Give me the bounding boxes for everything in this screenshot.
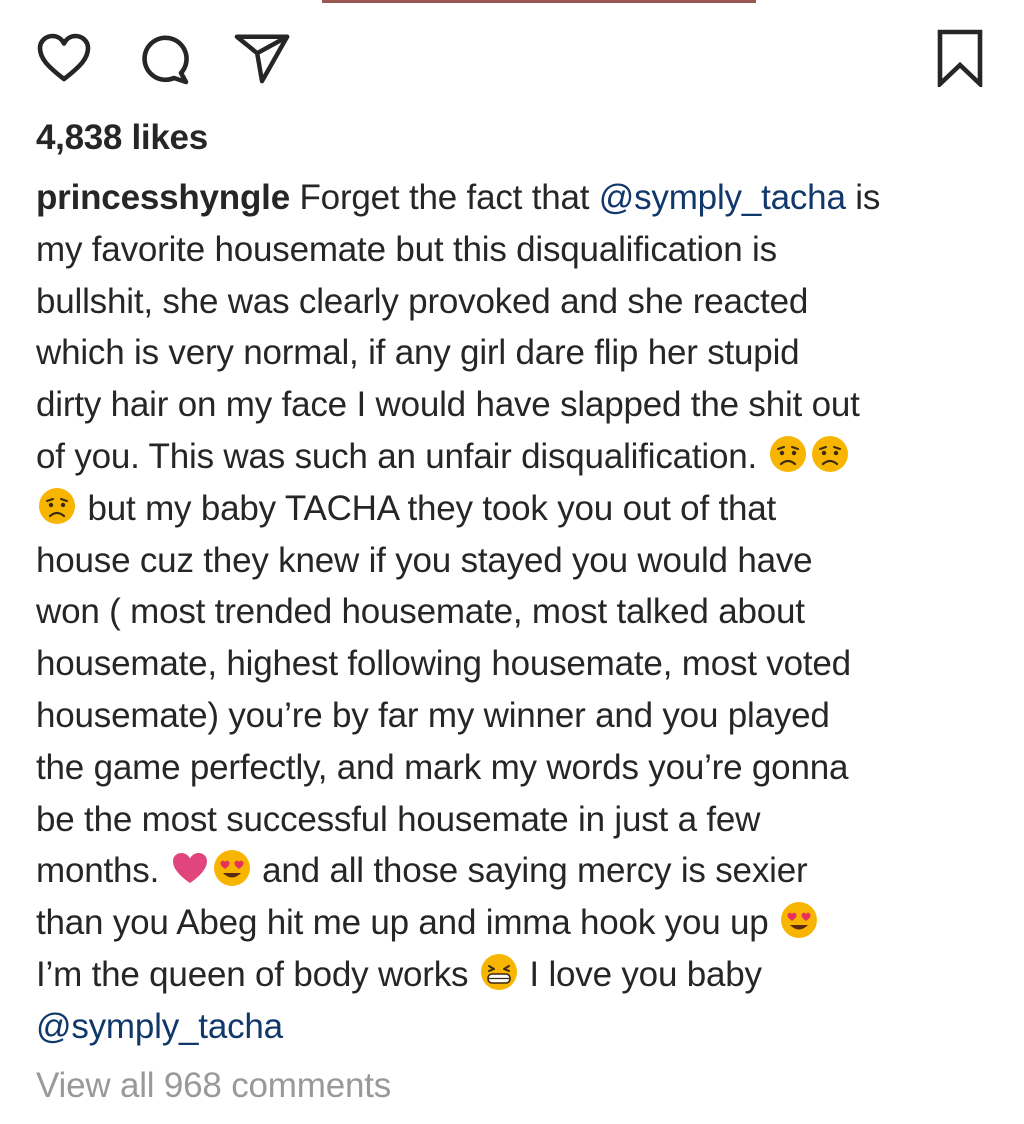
heart-outline-icon (37, 33, 91, 82)
caption-text: which is very normal, if any girl dare f… (36, 333, 800, 373)
caption-text: won ( most trended housemate, most talke… (36, 592, 805, 632)
caption-text: and all those saying mercy is sexier (252, 851, 808, 891)
paper-plane-icon (234, 34, 290, 84)
caption-text: housemate) you’re by far my winner and y… (36, 695, 830, 735)
like-button[interactable] (36, 30, 92, 86)
heart-eyes-emoji (781, 902, 818, 939)
view-all-comments-link[interactable]: View all 968 comments (36, 1066, 391, 1106)
comment-button[interactable] (136, 30, 192, 86)
caption-line: be the most successful housemate in just… (36, 794, 998, 846)
caption-line: the game perfectly, and mark my words yo… (36, 742, 998, 794)
caption-line: but my baby TACHA they took you out of t… (36, 483, 998, 535)
caption-line: I’m the queen of body works I love you b… (36, 949, 998, 1001)
grinning-squint-emoji (480, 953, 517, 990)
share-button[interactable] (234, 30, 290, 86)
comment-bubble-icon (142, 35, 189, 85)
caption-line: months. and all those saying mercy is se… (36, 845, 998, 897)
caption-text: housemate, highest following housemate, … (36, 644, 851, 684)
post-action-bar (36, 29, 988, 87)
caption-line: @symply_tacha (36, 1001, 998, 1053)
caption-line: princesshyngle Forget the fact that @sym… (36, 172, 998, 224)
pink-heart-emoji (172, 853, 207, 884)
caption-line: my favorite housemate but this disqualif… (36, 224, 998, 276)
caption-text: than you Abeg hit me up and imma hook yo… (36, 903, 779, 943)
caption-text: be the most successful housemate in just… (36, 799, 761, 839)
caption-text: of you. This was such an unfair disquali… (36, 436, 767, 476)
caption-text: is (845, 178, 881, 217)
frowning-face-emoji (39, 487, 75, 524)
bookmark-outline-icon (937, 29, 983, 87)
caption-line: of you. This was such an unfair disquali… (36, 431, 998, 483)
caption-text: months. (36, 851, 169, 891)
caption-line: than you Abeg hit me up and imma hook yo… (36, 897, 998, 949)
caption-text: house cuz they knew if you stayed you wo… (36, 540, 813, 580)
top-divider-strip (322, 0, 756, 3)
frowning-face-emoji (811, 435, 848, 472)
caption-line: won ( most trended housemate, most talke… (36, 586, 998, 638)
caption-text: bullshit, she was clearly provoked and s… (36, 281, 809, 321)
mention-link[interactable]: @symply_tacha (36, 1007, 283, 1046)
caption-line: house cuz they knew if you stayed you wo… (36, 535, 998, 587)
heart-eyes-emoji (213, 850, 250, 887)
author-username[interactable]: princesshyngle (36, 178, 290, 217)
caption-text: my favorite housemate but this disqualif… (36, 229, 777, 269)
caption-line: dirty hair on my face I would have slapp… (36, 379, 998, 431)
post-caption: princesshyngle Forget the fact that @sym… (36, 172, 998, 1053)
caption-text: the game perfectly, and mark my words yo… (36, 747, 849, 787)
caption-text: Forget the fact that (289, 178, 599, 217)
caption-line: which is very normal, if any girl dare f… (36, 327, 998, 379)
likes-count[interactable]: 4,838 likes (36, 118, 208, 158)
caption-text: I’m the queen of body works (36, 954, 478, 994)
save-button[interactable] (932, 29, 988, 87)
caption-line: housemate, highest following housemate, … (36, 638, 998, 690)
mention-link[interactable]: @symply_tacha (599, 178, 846, 217)
caption-line: bullshit, she was clearly provoked and s… (36, 276, 998, 328)
caption-line: housemate) you’re by far my winner and y… (36, 690, 998, 742)
caption-text: dirty hair on my face I would have slapp… (36, 385, 860, 425)
caption-text: I love you baby (519, 954, 762, 994)
caption-text: but my baby TACHA they took you out of t… (78, 488, 777, 528)
frowning-face-emoji (769, 435, 806, 472)
